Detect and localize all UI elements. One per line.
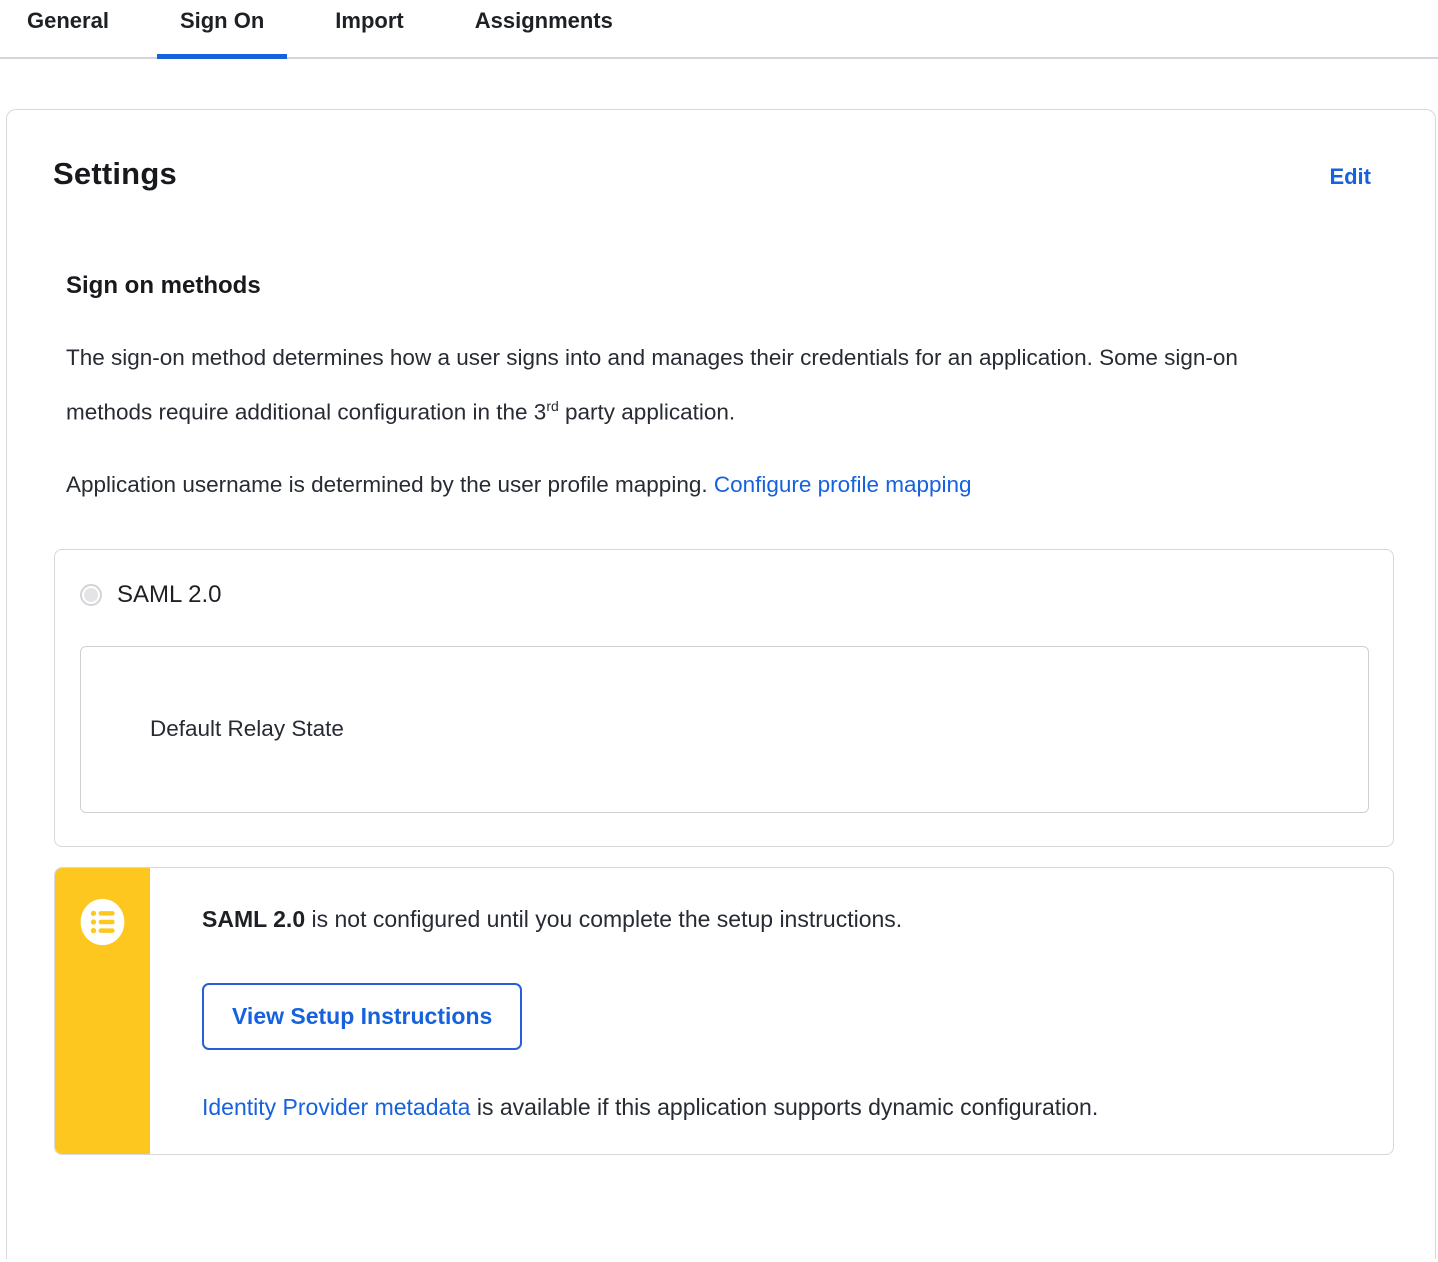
callout-message-rest: is not configured until you complete the… [305, 905, 903, 932]
edit-link[interactable]: Edit [1329, 164, 1371, 190]
callout-message: SAML 2.0 is not configured until you com… [202, 905, 1098, 933]
username-mapping-text: Application username is determined by th… [66, 471, 714, 497]
settings-card: Settings Edit Sign on methods The sign-o… [6, 109, 1436, 1259]
view-setup-instructions-button[interactable]: View Setup Instructions [202, 982, 523, 1050]
saml-radio-row: SAML 2.0 [80, 581, 1369, 609]
card-header: Settings Edit [7, 110, 1435, 192]
callout-body: SAML 2.0 is not configured until you com… [150, 868, 1138, 1154]
sign-on-methods-section: Sign on methods The sign-on method deter… [7, 272, 1435, 509]
tab-import[interactable]: Import [312, 0, 426, 57]
default-relay-state-field[interactable]: Default Relay State [80, 645, 1369, 813]
callout-warning-stripe [55, 867, 150, 1154]
saml-method-box: SAML 2.0 Default Relay State [54, 548, 1394, 847]
tab-general[interactable]: General [4, 0, 132, 57]
tab-sign-on[interactable]: Sign On [156, 0, 288, 59]
configure-profile-mapping-link[interactable]: Configure profile mapping [714, 472, 972, 497]
list-icon [79, 897, 126, 952]
username-mapping-note: Application username is determined by th… [66, 461, 1306, 509]
identity-provider-metadata-link[interactable]: Identity Provider metadata [202, 1094, 470, 1120]
section-heading: Sign on methods [66, 272, 261, 299]
saml-radio-label: SAML 2.0 [117, 580, 222, 608]
callout-footer: Identity Provider metadata is available … [202, 1094, 1098, 1121]
default-relay-state-label: Default Relay State [150, 716, 344, 741]
sign-on-description: The sign-on method determines how a user… [66, 334, 1306, 437]
tab-bar: General Sign On Import Assignments [0, 0, 1438, 59]
callout-message-bold: SAML 2.0 [202, 905, 306, 932]
page-title: Settings [53, 156, 177, 191]
tab-assignments[interactable]: Assignments [452, 0, 636, 57]
saml-radio-button[interactable] [80, 583, 102, 606]
callout-footer-rest: is available if this application support… [470, 1093, 1099, 1120]
ordinal-superscript: rd [546, 398, 559, 414]
description-text-2: party application. [558, 399, 736, 425]
saml-setup-callout: SAML 2.0 is not configured until you com… [54, 866, 1394, 1155]
